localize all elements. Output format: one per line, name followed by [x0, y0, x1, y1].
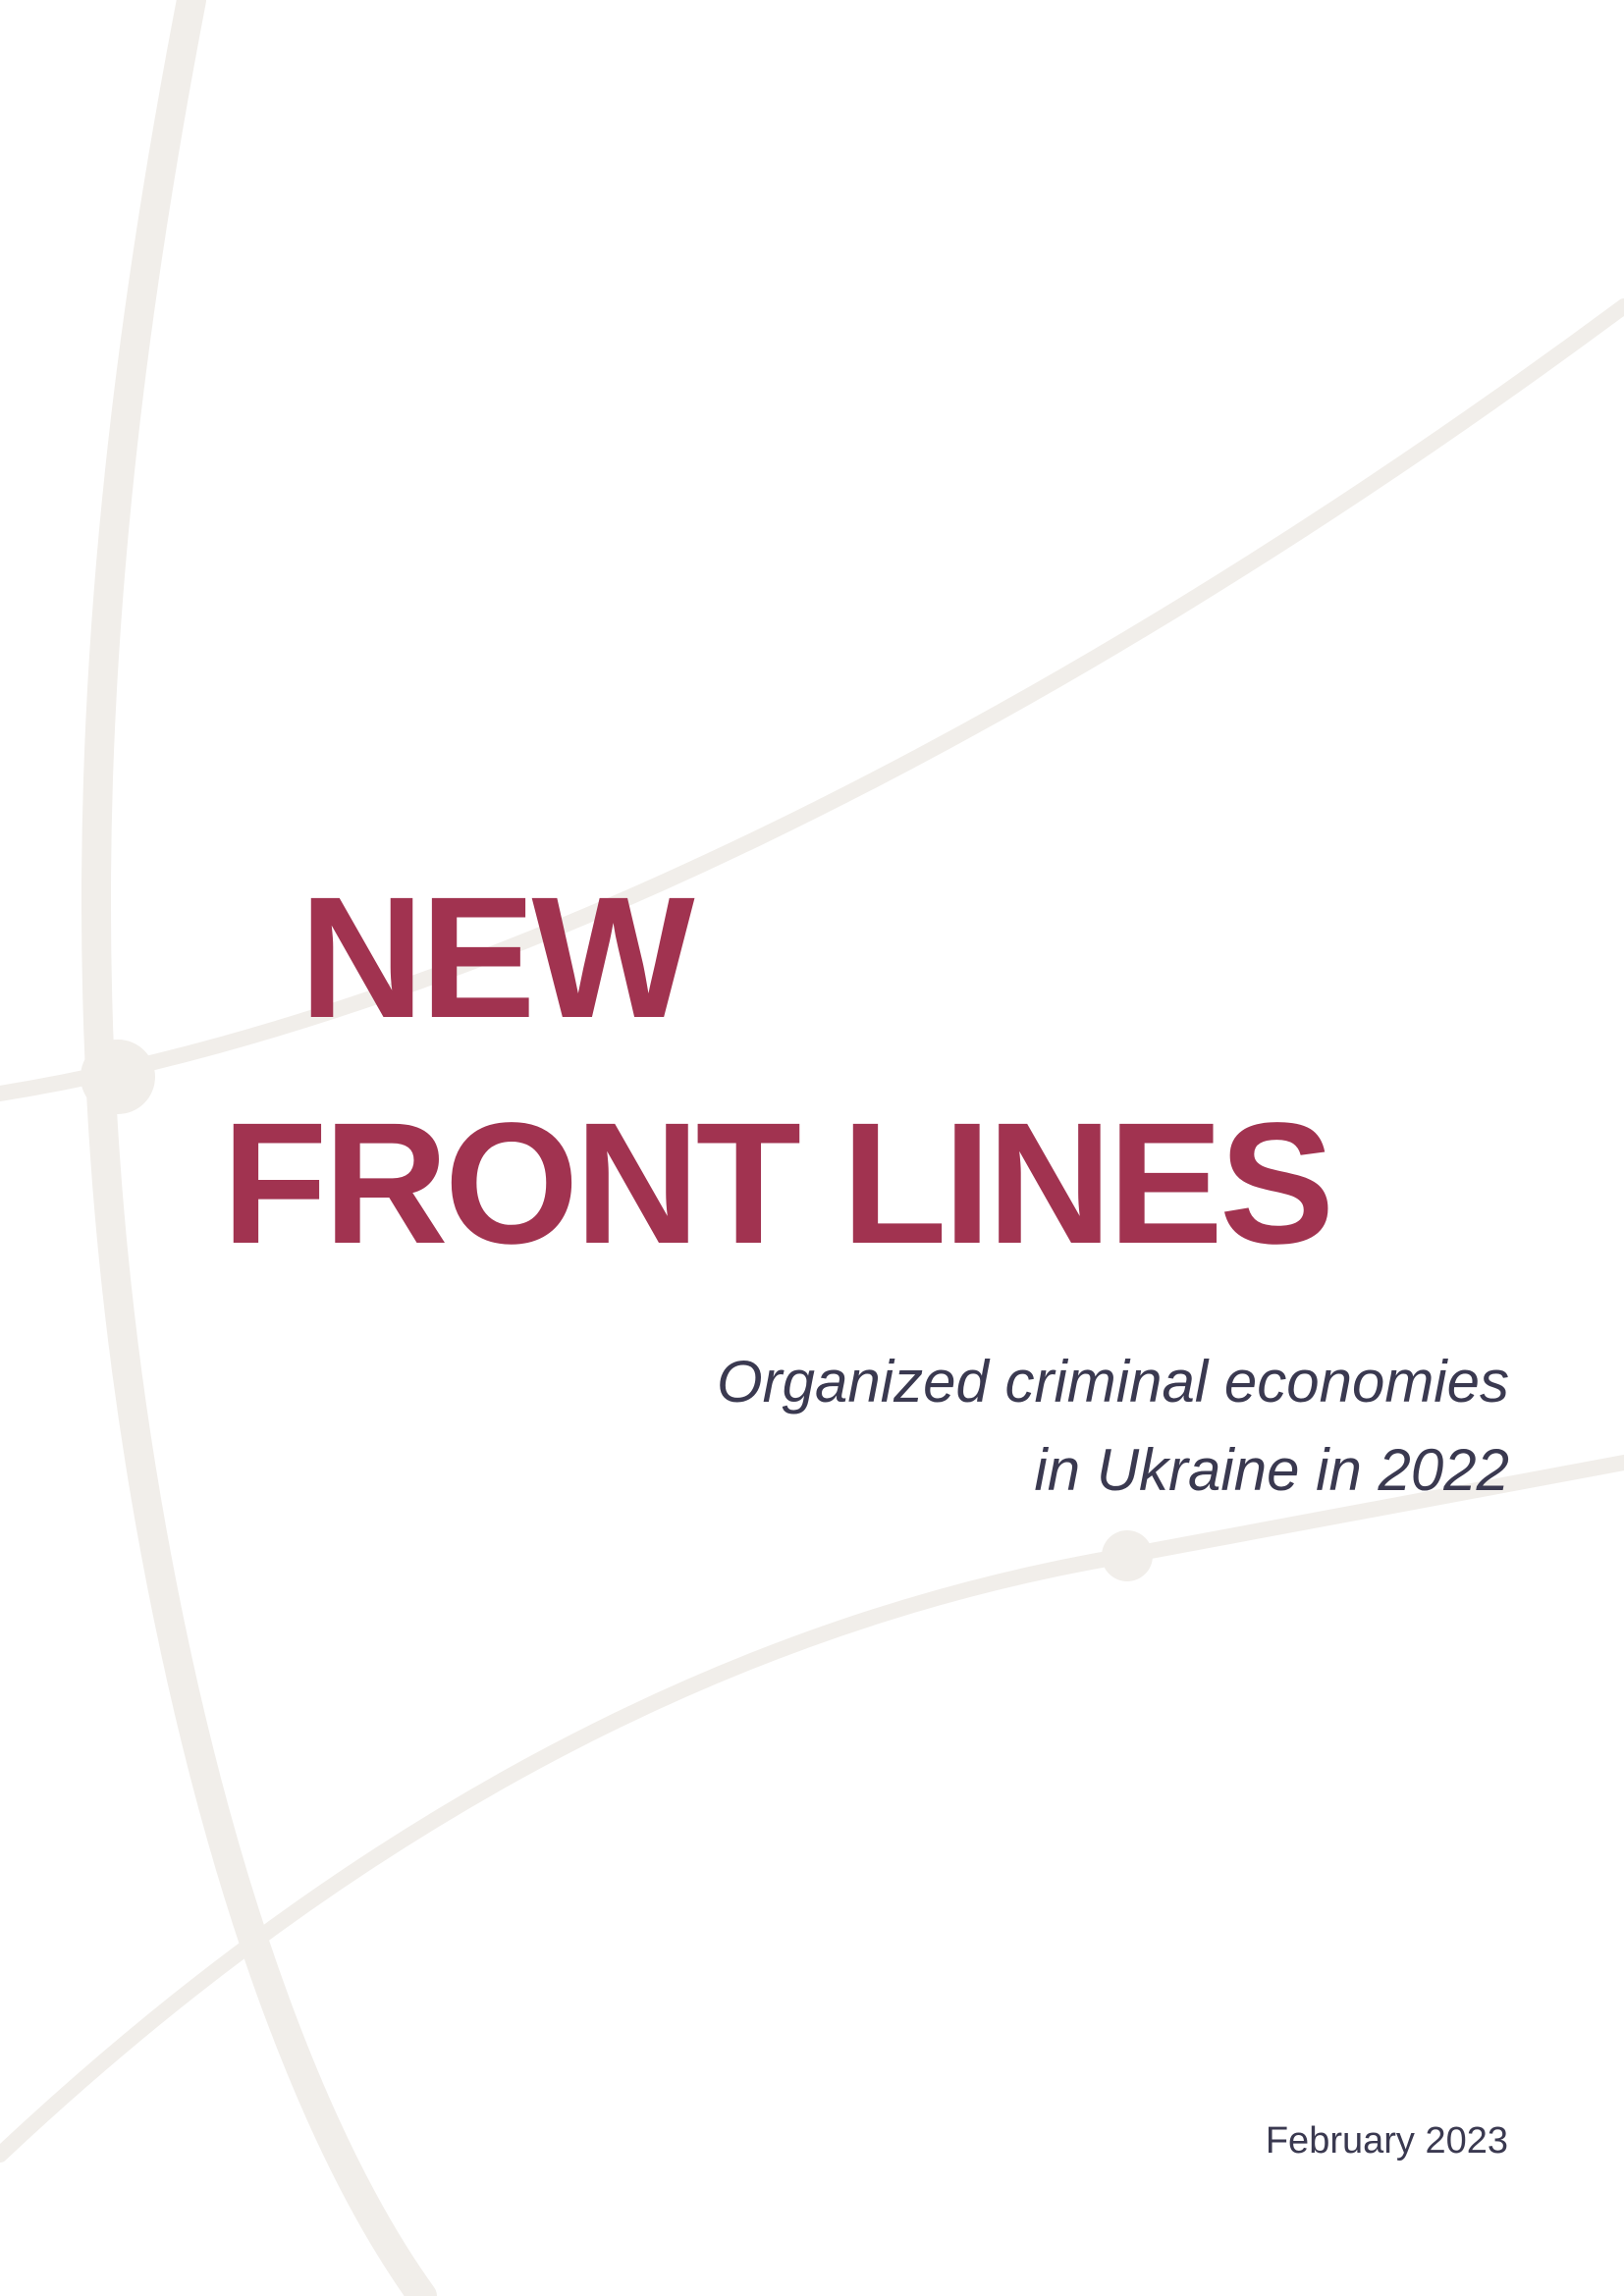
title-line-front-lines: FRONT LINES — [222, 1088, 1334, 1280]
publication-date: February 2023 — [1265, 2120, 1508, 2162]
report-cover: NEW FRONT LINES Organized criminal econo… — [0, 0, 1624, 2296]
background-line-upper — [0, 298, 1624, 1101]
background-node-left — [81, 1040, 155, 1114]
subtitle-line-2: in Ukraine in 2022 — [1034, 1437, 1509, 1503]
subtitle-line-1: Organized criminal economies — [716, 1349, 1509, 1415]
title-line-new: NEW — [299, 862, 695, 1054]
background-line-lower — [0, 1455, 1624, 2163]
background-node-right — [1102, 1530, 1153, 1581]
